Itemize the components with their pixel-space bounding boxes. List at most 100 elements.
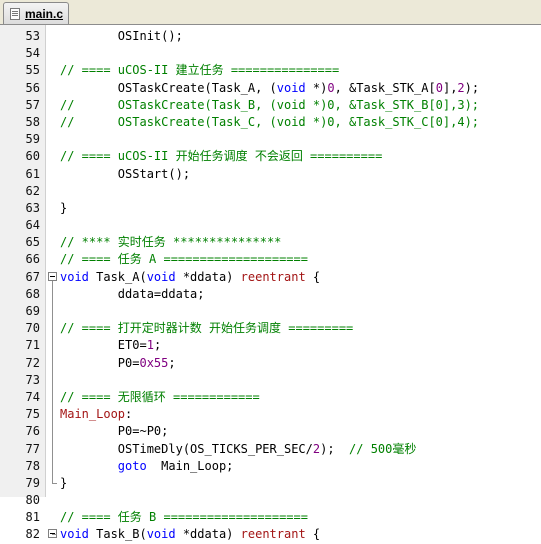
line-number: 77: [25, 441, 40, 456]
code-token: goto: [117, 458, 147, 473]
code-text: // **** 实时任务 ***************: [60, 234, 281, 251]
code-line[interactable]: 70 // ==== 打开定时器计数 开始任务调度 =========: [0, 320, 541, 337]
code-text: OSStart();: [60, 166, 190, 183]
fold-toggle-icon[interactable]: [48, 271, 57, 281]
code-line[interactable]: 67 void Task_A(void *ddata) reentrant {: [0, 269, 541, 484]
code-line[interactable]: 71 ET0=1;: [0, 337, 541, 354]
code-text: OSTaskCreate(Task_A, (void *)0, &Task_ST…: [60, 80, 479, 97]
code-token: // ==== 任务 B ====================: [60, 510, 308, 525]
code-line[interactable]: 66 // ==== 任务 A ====================: [0, 251, 541, 268]
code-line[interactable]: 68 ddata=ddata;: [0, 286, 541, 303]
code-line[interactable]: 59: [0, 131, 541, 148]
code-token: ;: [168, 355, 176, 370]
code-text: void Task_A(void *ddata) reentrant {: [60, 269, 320, 286]
code-editor[interactable]: 53 OSInit(); 54 55// ==== uCOS-II 建立任务 ===…: [0, 25, 541, 541]
code-line[interactable]: 54: [0, 45, 541, 62]
code-line[interactable]: 78 goto Main_Loop;: [0, 458, 541, 475]
code-line[interactable]: 58 // OSTaskCreate(Task_C, (void *)0, &Ta…: [0, 114, 541, 131]
code-line[interactable]: 75 Main_Loop:: [0, 406, 541, 423]
code-text: goto Main_Loop;: [60, 458, 234, 475]
line-number: 69: [25, 304, 40, 318]
code-token: 0: [435, 80, 443, 95]
code-token: 0: [327, 80, 335, 95]
code-line[interactable]: 60 // ==== uCOS-II 开始任务调度 不会返回 ==========: [0, 148, 541, 165]
code-line[interactable]: 69: [0, 303, 541, 320]
line-number: 82: [25, 527, 40, 542]
code-line[interactable]: 57 // OSTaskCreate(Task_B, (void *)0, &Ta…: [0, 97, 541, 114]
code-text: // ==== uCOS-II 开始任务调度 不会返回 ==========: [60, 148, 382, 165]
code-token: // OSTaskCreate(Task_B, (void *)0, &Task…: [60, 97, 480, 112]
code-token: Main_Loop;: [146, 458, 234, 473]
code-text: OSInit();: [60, 28, 183, 45]
code-line[interactable]: 63}: [0, 200, 541, 217]
code-token: OSInit();: [117, 29, 183, 43]
code-text: // ==== 任务 B ====================: [60, 509, 308, 526]
code-line[interactable]: 79}: [0, 475, 541, 492]
line-number: 74: [25, 389, 40, 404]
line-number: 81: [25, 510, 40, 525]
code-line[interactable]: 81 // ==== 任务 B ====================: [0, 509, 541, 526]
code-token: :: [125, 407, 133, 422]
code-line[interactable]: 61 OSStart();: [0, 166, 541, 183]
code-token: *ddata): [175, 527, 241, 542]
code-text: OSTimeDly(OS_TICKS_PER_SEC/2); // 500毫秒: [60, 441, 417, 458]
code-text: ET0=1;: [60, 337, 161, 354]
code-line[interactable]: 80: [0, 492, 541, 509]
code-text: // OSTaskCreate(Task_C, (void *)0, &Task…: [60, 114, 479, 131]
code-line[interactable]: 82 void Task_B(void *ddata) reentrant {: [0, 526, 541, 543]
code-token: *ddata): [175, 269, 241, 284]
code-text: // ==== 打开定时器计数 开始任务调度 =========: [60, 320, 353, 337]
code-line[interactable]: 62: [0, 183, 541, 200]
code-line[interactable]: 72 P0=0x55;: [0, 355, 541, 372]
code-token: OSTimeDly(OS_TICKS_PER_SEC/: [60, 441, 313, 456]
code-line[interactable]: 74 // ==== 无限循环 ============: [0, 389, 541, 406]
line-number: 57: [25, 97, 40, 112]
code-token: );: [320, 441, 350, 456]
code-line[interactable]: 77 OSTimeDly(OS_TICKS_PER_SEC/2); // 500…: [0, 441, 541, 458]
code-line[interactable]: 56 OSTaskCreate(Task_A, (void *)0, &Task…: [0, 80, 541, 97]
code-line[interactable]: 73: [0, 372, 541, 389]
line-number: 56: [25, 80, 40, 95]
code-line[interactable]: 65 // **** 实时任务 ***************: [0, 234, 541, 251]
editor-tab-bar: main.c: [0, 0, 541, 25]
code-token: ET0=: [60, 338, 147, 353]
code-line[interactable]: 64: [0, 217, 541, 234]
tab-main-c[interactable]: main.c: [3, 2, 69, 24]
fold-end-marker: [52, 482, 57, 484]
line-number: 76: [25, 424, 40, 439]
code-text: }: [60, 475, 67, 492]
code-token: void: [146, 527, 176, 542]
code-text: // OSTaskCreate(Task_B, (void *)0, &Task…: [60, 97, 479, 114]
line-number: 55: [25, 63, 40, 78]
code-text: }: [60, 200, 67, 217]
code-text: Main_Loop:: [60, 406, 132, 423]
line-number: 64: [25, 218, 40, 233]
code-line[interactable]: 53 OSInit();: [0, 28, 541, 45]
code-token: Main_Loop: [60, 407, 126, 422]
code-text: ddata=ddata;: [60, 286, 205, 303]
code-token: void: [276, 80, 306, 95]
code-token: *): [305, 80, 328, 95]
code-text: void Task_B(void *ddata) reentrant {: [60, 526, 320, 543]
line-number: 65: [25, 235, 40, 250]
code-token: void: [60, 269, 89, 284]
code-token: ],: [442, 80, 458, 95]
code-line[interactable]: 55 // ==== uCOS-II 建立任务 ===============: [0, 62, 541, 79]
line-number: 79: [25, 475, 40, 490]
code-token: P0=: [60, 355, 140, 370]
code-token: // OSTaskCreate(Task_C, (void *)0, &Task…: [60, 114, 480, 129]
line-number: 75: [25, 407, 40, 422]
line-number: 73: [25, 372, 40, 387]
code-text: // ==== 任务 A ====================: [60, 251, 308, 268]
line-number: 59: [25, 132, 40, 147]
code-line[interactable]: 76 P0=~P0;: [0, 423, 541, 440]
line-number: 53: [25, 29, 40, 43]
fold-end-marker: [52, 534, 57, 536]
line-number: 54: [25, 46, 40, 61]
line-number: 62: [25, 183, 40, 198]
code-token: OSStart();: [60, 166, 191, 181]
code-token: }: [60, 475, 68, 490]
code-text: P0=0x55;: [60, 355, 176, 372]
